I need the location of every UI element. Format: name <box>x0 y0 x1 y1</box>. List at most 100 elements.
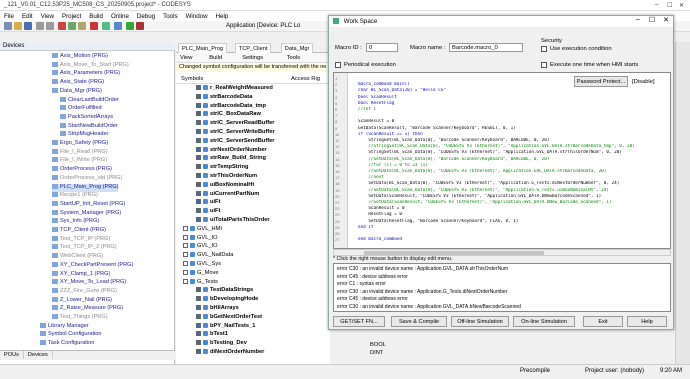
symbol-checkbox[interactable] <box>196 199 201 205</box>
symbol-checkbox[interactable] <box>196 129 201 134</box>
device-tree-item[interactable]: WebClient (PRG) <box>52 253 103 261</box>
symbol-row[interactable]: strBarcodeData <box>196 93 252 102</box>
symbol-row[interactable]: strTempString <box>196 164 248 172</box>
close-icon[interactable]: ✕ <box>659 16 673 26</box>
device-tree-item[interactable]: Recipe1 (PRG) <box>52 192 98 200</box>
device-tree-item[interactable]: PackSortedArrays <box>60 114 113 122</box>
ws-button-on-line-simulation[interactable]: On-line Simulation <box>513 316 575 327</box>
device-tree-item[interactable]: StripMsgHeader <box>60 131 108 139</box>
exec-one-time-checkbox[interactable] <box>541 62 547 68</box>
device-tree-item[interactable]: PLC_Main_Prog (PRG) <box>52 183 119 192</box>
symbol-row[interactable]: bGetNextOrderTest <box>196 313 262 322</box>
symbol-row[interactable]: strIC_BoxDataRaw <box>196 111 261 119</box>
login-icon[interactable] <box>126 22 134 30</box>
ws-button-get-set-fn-[interactable]: GET/SET FN... <box>333 316 385 327</box>
device-tree-item[interactable]: Task Configuration <box>40 340 94 348</box>
symbol-checkbox[interactable] <box>196 331 201 337</box>
use-exec-condition-checkbox[interactable] <box>541 46 547 52</box>
symbol-row[interactable]: bDevelopingHode <box>196 296 258 304</box>
menu-item-view[interactable]: View <box>37 11 58 20</box>
device-tree-item[interactable]: File_I_Write (PRG) <box>52 157 107 165</box>
symbol-checkbox[interactable] <box>183 261 188 266</box>
error-line[interactable]: error C30 : an invalid device name : App… <box>337 266 508 272</box>
symbol-checkbox[interactable] <box>196 173 201 178</box>
build-icon[interactable] <box>114 22 122 30</box>
minimize-icon[interactable]: – <box>631 16 645 26</box>
device-tree-item[interactable]: Axis_Parameters (PRG) <box>52 70 120 78</box>
symbol-checkbox[interactable] <box>196 190 201 196</box>
menu-item-help[interactable]: Help <box>212 11 233 20</box>
device-tree-item[interactable]: Z_Raise_Measure (PRG) <box>52 305 123 313</box>
symbol-checkbox[interactable] <box>196 340 201 346</box>
copy-icon[interactable] <box>68 22 76 30</box>
device-tree-item[interactable]: Library Manager <box>40 323 89 331</box>
symbol-checkbox[interactable] <box>196 287 201 293</box>
doc-tab[interactable]: TCP_Client <box>234 43 272 53</box>
device-tree-item[interactable]: StartUP_Init_Reset (PRG) <box>52 201 125 209</box>
maximize-icon[interactable]: ☐ <box>645 16 659 26</box>
symbol-row[interactable]: uiTotalPartsThisOrder <box>196 217 270 225</box>
device-tree-item[interactable]: Symbol Configuration <box>40 331 101 339</box>
symbol-checkbox[interactable] <box>196 349 201 354</box>
ws-button-exit[interactable]: Exit <box>583 316 623 327</box>
subtoolbar-tools[interactable]: Tools <box>287 55 301 61</box>
subtoolbar-build[interactable]: Build <box>209 55 222 61</box>
symbols-col[interactable]: Symbols <box>181 76 203 82</box>
maximize-button[interactable]: ☐ <box>667 2 672 9</box>
error-line[interactable]: error C45 : device address error <box>337 296 408 302</box>
symbol-row[interactable]: GVL_IO <box>183 234 218 243</box>
doc-tab[interactable]: PLC_Main_Prog <box>178 43 228 53</box>
symbol-checkbox[interactable] <box>196 181 201 187</box>
ws-button-save-compile[interactable]: Save & Compile <box>391 316 447 327</box>
symbol-row[interactable]: uiBoxNominalHt <box>196 181 254 190</box>
device-tree-item[interactable]: XY_Move_To_Load (PRG) <box>52 279 126 287</box>
symbol-checkbox[interactable] <box>196 120 201 126</box>
symbol-checkbox[interactable] <box>196 85 201 90</box>
device-tree-item[interactable]: TCP_Client (PRG) <box>52 227 106 235</box>
menu-item-build[interactable]: Build <box>85 11 107 20</box>
device-tree-item[interactable]: Z_Lower_Nail (PRG) <box>52 297 112 305</box>
undo-icon[interactable] <box>36 22 44 30</box>
subtoolbar-view[interactable]: View <box>180 55 192 61</box>
macro-id-field[interactable]: 0 <box>366 43 398 52</box>
symbol-row[interactable]: GVL_Sys <box>183 261 221 269</box>
symbol-row[interactable]: strBarcodeData_tmp <box>196 102 266 111</box>
horizontal-scrollbar[interactable] <box>333 249 671 256</box>
device-tree-item[interactable]: Ergo_Safety (PRG) <box>52 140 108 148</box>
symbol-checkbox[interactable] <box>183 278 188 284</box>
device-tree-item[interactable]: ZZZ_Fire_Guns (PRG) <box>52 288 117 296</box>
minimize-button[interactable]: – <box>655 2 658 8</box>
symbol-row[interactable]: bHilArrays <box>196 305 239 313</box>
menu-item-edit[interactable]: Edit <box>18 11 37 20</box>
symbol-row[interactable]: diNextOrderNumber <box>196 349 264 357</box>
symbol-row[interactable]: G_Move <box>183 269 219 278</box>
symbol-row[interactable]: TestDataStrings <box>196 287 253 295</box>
device-tree-item[interactable]: Data_Mgr (PRG) <box>52 88 102 96</box>
menu-item-tools[interactable]: Tools <box>159 11 181 20</box>
periodical-checkbox[interactable] <box>335 62 341 68</box>
redo-icon[interactable] <box>46 22 54 30</box>
doc-tab[interactable]: Data_Mgr <box>280 43 314 53</box>
symbol-checkbox[interactable] <box>196 313 201 319</box>
device-tree-item[interactable]: Test_TCP_IP (PRG) <box>52 236 110 244</box>
delete-icon[interactable] <box>90 22 98 30</box>
symbol-checkbox[interactable] <box>196 208 201 214</box>
close-button[interactable]: ✕ <box>679 2 684 9</box>
bottom-tab-pous[interactable]: POUs <box>0 351 24 359</box>
symbol-row[interactable]: GVL_HMI <box>183 225 222 234</box>
password-protect-button[interactable]: Password Protect... <box>574 76 628 87</box>
symbol-checkbox[interactable] <box>196 93 201 99</box>
symbol-row[interactable]: GVL_NailData <box>183 252 233 260</box>
device-tree-item[interactable]: System_Manager (PRG) <box>52 210 121 218</box>
error-line[interactable]: error C30 : an invalid device name : App… <box>337 304 521 310</box>
symbol-checkbox[interactable] <box>196 111 201 117</box>
symbol-row[interactable]: strIC_ServerWriteBuffer <box>196 129 275 137</box>
open-folder-icon[interactable] <box>14 22 22 30</box>
logout-icon[interactable] <box>136 22 144 30</box>
menu-item-online[interactable]: Online <box>107 11 133 20</box>
bottom-tab-devices[interactable]: Devices <box>24 351 53 359</box>
device-tree-item[interactable]: Axis_Move_To_Start (PRG) <box>52 62 129 70</box>
error-line[interactable]: error C30 : an invalid device name : App… <box>337 289 507 295</box>
error-line[interactable]: error C1 : syntax error <box>337 281 386 287</box>
application-label[interactable]: Application [Device: PLC Lo <box>226 23 300 29</box>
